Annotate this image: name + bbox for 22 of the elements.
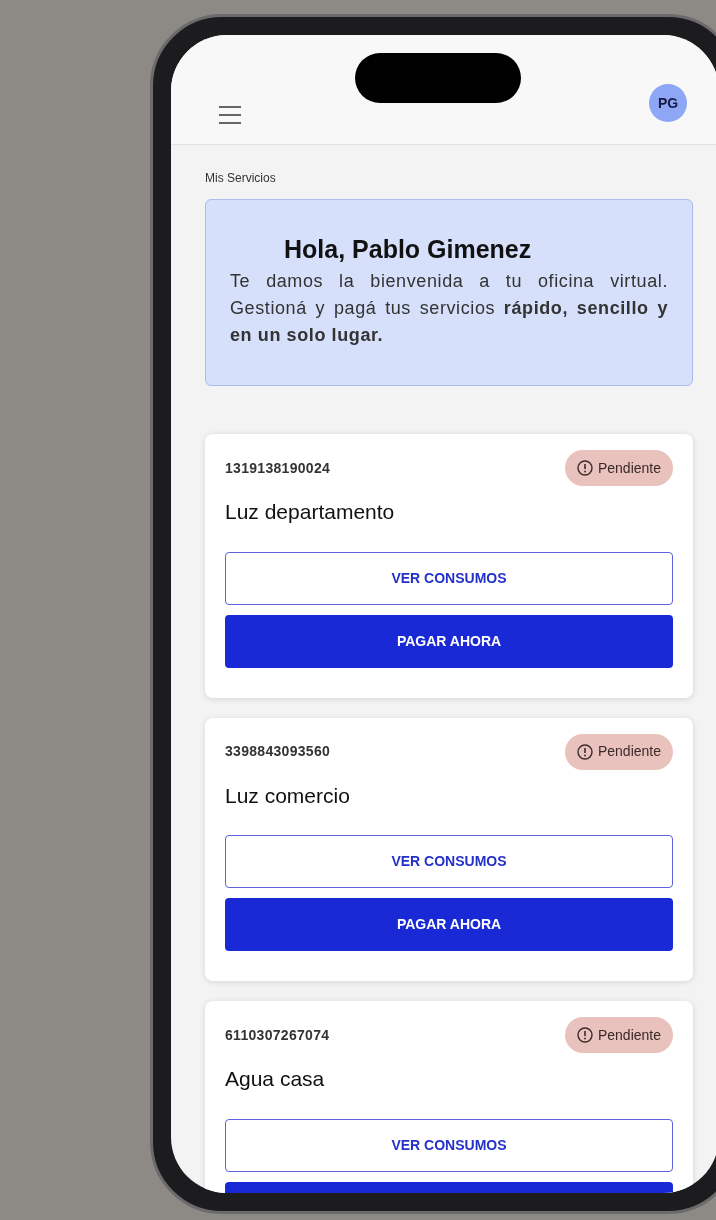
alert-icon xyxy=(576,1027,593,1043)
status-badge: Pendiente xyxy=(564,450,673,486)
account-number: 3398843093560 xyxy=(225,742,331,761)
alert-icon xyxy=(576,743,593,760)
menu-icon[interactable] xyxy=(219,106,241,124)
service-name: Luz comercio xyxy=(225,782,351,809)
welcome-text: Te damos la bienvenida a tu oficina virtual. Gestioná y pagá tus servicios rápido, sencillo y en un solo lugar. xyxy=(230,270,668,347)
section-title: Mis Servicios xyxy=(205,170,277,187)
account-number: 1319138190024 xyxy=(225,458,331,478)
view-consumption-button[interactable]: VER CONSUMOS xyxy=(225,835,673,888)
service-name: Luz departamento xyxy=(225,499,396,525)
pay-now-button[interactable]: PAGAR AHORA xyxy=(225,898,673,951)
status-badge: Pendiente xyxy=(564,1017,673,1053)
service-name: Agua casa xyxy=(225,1066,326,1092)
view-consumption-button[interactable]: VER CONSUMOS xyxy=(225,1118,673,1172)
pay-now-button[interactable]: PAGAR AHORA xyxy=(225,614,673,668)
welcome-title: Hola, Pablo Gimenez xyxy=(283,234,533,264)
avatar[interactable]: PG xyxy=(649,84,687,122)
view-consumption-button[interactable]: VER CONSUMOS xyxy=(225,551,673,605)
status-badge: Pendiente xyxy=(564,733,673,770)
alert-icon xyxy=(576,460,593,476)
account-number: 6110307267074 xyxy=(225,1025,330,1045)
